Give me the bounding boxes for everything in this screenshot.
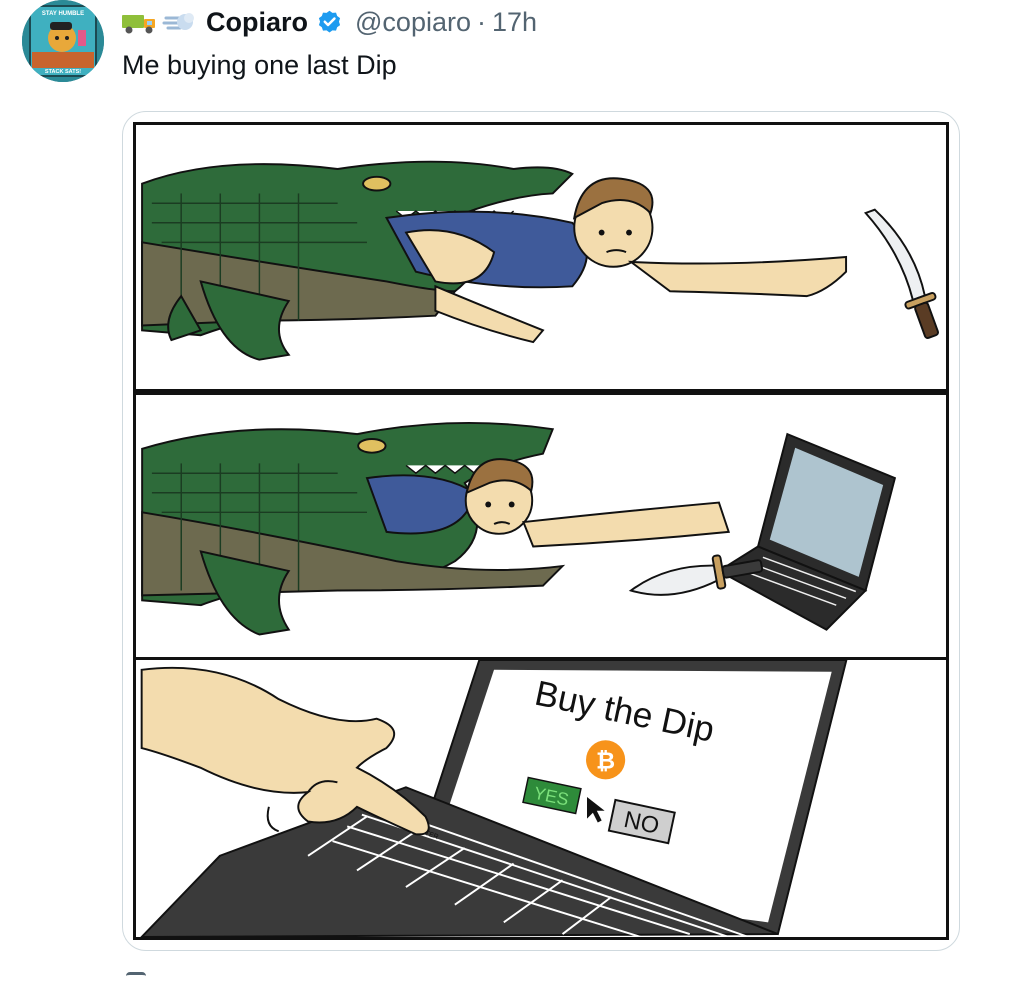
truck-icon: [122, 15, 155, 34]
tweet-header: Copiaro @copiaro · 17h: [120, 2, 537, 42]
panel-1-illustration: [141, 160, 939, 361]
tweet-media-image[interactable]: Buy the Dip ₿ YES NO ENTER: [122, 111, 960, 951]
avatar-top-text: STAY HUMBLE: [42, 11, 84, 17]
tweet-text: Me buying one last Dip: [122, 50, 397, 80]
avatar[interactable]: STAY HUMBLE STACK SATS!: [22, 0, 104, 82]
panel-2-illustration: [141, 421, 897, 636]
verified-badge-icon: [318, 10, 341, 33]
comic-panel-3: Buy the Dip ₿ YES NO ENTER: [133, 657, 949, 940]
comic-panel-2: [133, 392, 949, 660]
timestamp[interactable]: 17h: [492, 7, 537, 38]
comic-panel-1: [133, 122, 949, 392]
panel-3-illustration: Buy the Dip ₿ YES NO ENTER: [140, 660, 848, 937]
bitcoin-icon: ₿: [586, 740, 626, 780]
name-emoji-group: [120, 9, 196, 35]
avatar-bottom-text: STACK SATS!: [45, 69, 81, 75]
display-name[interactable]: Copiaro: [206, 7, 308, 38]
separator-dot: ·: [476, 6, 486, 37]
dash-icon: [162, 13, 194, 30]
handle[interactable]: @copiaro: [355, 7, 471, 38]
svg-text:₿: ₿: [596, 747, 615, 775]
